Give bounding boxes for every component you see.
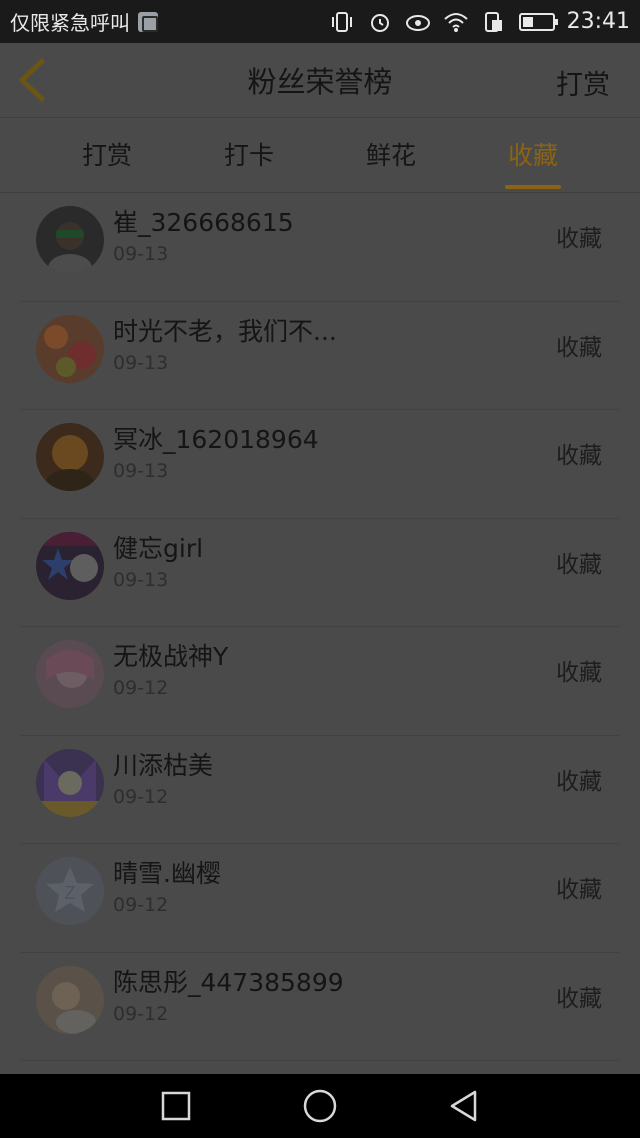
user-date: 09-12	[113, 785, 169, 808]
avatar	[36, 531, 104, 600]
list-item-partial[interactable]	[20, 1061, 620, 1074]
list-item[interactable]: 健忘girl 09-13 收藏	[20, 519, 620, 627]
avatar	[36, 206, 104, 274]
avatar	[36, 423, 104, 491]
page-title: 粉丝荣誉榜	[247, 65, 393, 99]
clock: 23:41	[566, 9, 630, 34]
fan-list: 崔_326668615 09-13 收藏 时光不老，我们不... 09-13 收…	[0, 193, 640, 1074]
user-date: 09-12	[113, 894, 169, 916]
action-label: 收藏	[556, 551, 602, 578]
tab-checkin[interactable]: 打卡	[178, 118, 320, 193]
action-label: 收藏	[556, 226, 602, 252]
user-name: 时光不老，我们不...	[113, 316, 337, 346]
avatar	[36, 965, 104, 1034]
user-name: 健忘girl	[113, 533, 204, 563]
list-item[interactable]: 冥冰_162018964 09-13 收藏	[20, 410, 620, 519]
tab-reward[interactable]: 打赏	[36, 118, 178, 193]
back-icon	[450, 1090, 477, 1122]
action-label: 收藏	[556, 985, 602, 1012]
avatar: Z	[36, 857, 104, 925]
alarm-icon	[367, 9, 393, 35]
avatar	[36, 748, 104, 817]
data-icon	[481, 9, 507, 35]
user-name: 崔_326668615	[113, 208, 294, 237]
user-name: 无极战神Y	[113, 642, 229, 671]
title-bar: 粉丝荣誉榜 打赏	[0, 43, 640, 118]
action-label: 收藏	[556, 334, 602, 361]
app-screen: 粉丝荣誉榜 打赏 打赏 打卡 鲜花 收藏 崔_326668615 09-13 收…	[0, 43, 640, 1074]
svg-text:Z: Z	[65, 883, 76, 903]
list-item[interactable]: 川添枯美 09-12 收藏	[20, 736, 620, 844]
list-item[interactable]: 崔_326668615 09-13 收藏	[20, 193, 620, 302]
action-label: 收藏	[556, 768, 602, 795]
recent-apps-button[interactable]	[159, 1089, 193, 1123]
list-item[interactable]: 时光不老，我们不... 09-13 收藏	[20, 302, 620, 410]
user-name: 冥冰_162018964	[113, 425, 319, 454]
user-date: 09-13	[113, 568, 169, 591]
status-icons: 23:41	[329, 9, 630, 35]
action-label: 收藏	[556, 877, 602, 903]
user-name: 陈思彤_447385899	[113, 967, 344, 997]
battery-icon	[518, 12, 558, 31]
action-label: 收藏	[556, 443, 602, 469]
chevron-left-icon	[19, 58, 45, 102]
action-label: 收藏	[556, 660, 602, 686]
sim-icon	[138, 11, 158, 32]
user-date: 09-12	[113, 1002, 169, 1025]
list-item[interactable]: Z 晴雪.幽樱 09-12 收藏	[20, 844, 620, 953]
user-date: 09-13	[113, 460, 169, 482]
avatar	[36, 640, 104, 708]
carrier-text: 仅限紧急呼叫	[10, 11, 130, 35]
list-item[interactable]: 无极战神Y 09-12 收藏	[20, 627, 620, 736]
eye-icon	[405, 9, 431, 35]
navigation-bar	[0, 1074, 640, 1138]
reward-button[interactable]: 打赏	[556, 63, 610, 102]
user-date: 09-12	[113, 677, 169, 699]
user-name: 川添枯美	[113, 750, 214, 780]
avatar	[36, 314, 104, 383]
user-name: 晴雪.幽樱	[113, 859, 221, 888]
tab-bar: 打赏 打卡 鲜花 收藏	[0, 118, 640, 193]
home-button[interactable]	[303, 1089, 337, 1123]
list-item[interactable]: 陈思彤_447385899 09-12 收藏	[20, 953, 620, 1061]
back-nav-button[interactable]	[447, 1089, 481, 1123]
back-button[interactable]	[14, 57, 54, 103]
vibrate-icon	[329, 9, 355, 35]
tab-favorites[interactable]: 收藏	[462, 118, 604, 193]
tab-flowers[interactable]: 鲜花	[320, 118, 462, 193]
wifi-icon	[443, 9, 469, 35]
user-date: 09-13	[113, 243, 169, 265]
user-date: 09-13	[113, 351, 169, 374]
recent-apps-icon	[161, 1091, 191, 1121]
status-bar: 仅限紧急呼叫 23:41	[0, 0, 640, 43]
home-icon	[303, 1089, 337, 1123]
